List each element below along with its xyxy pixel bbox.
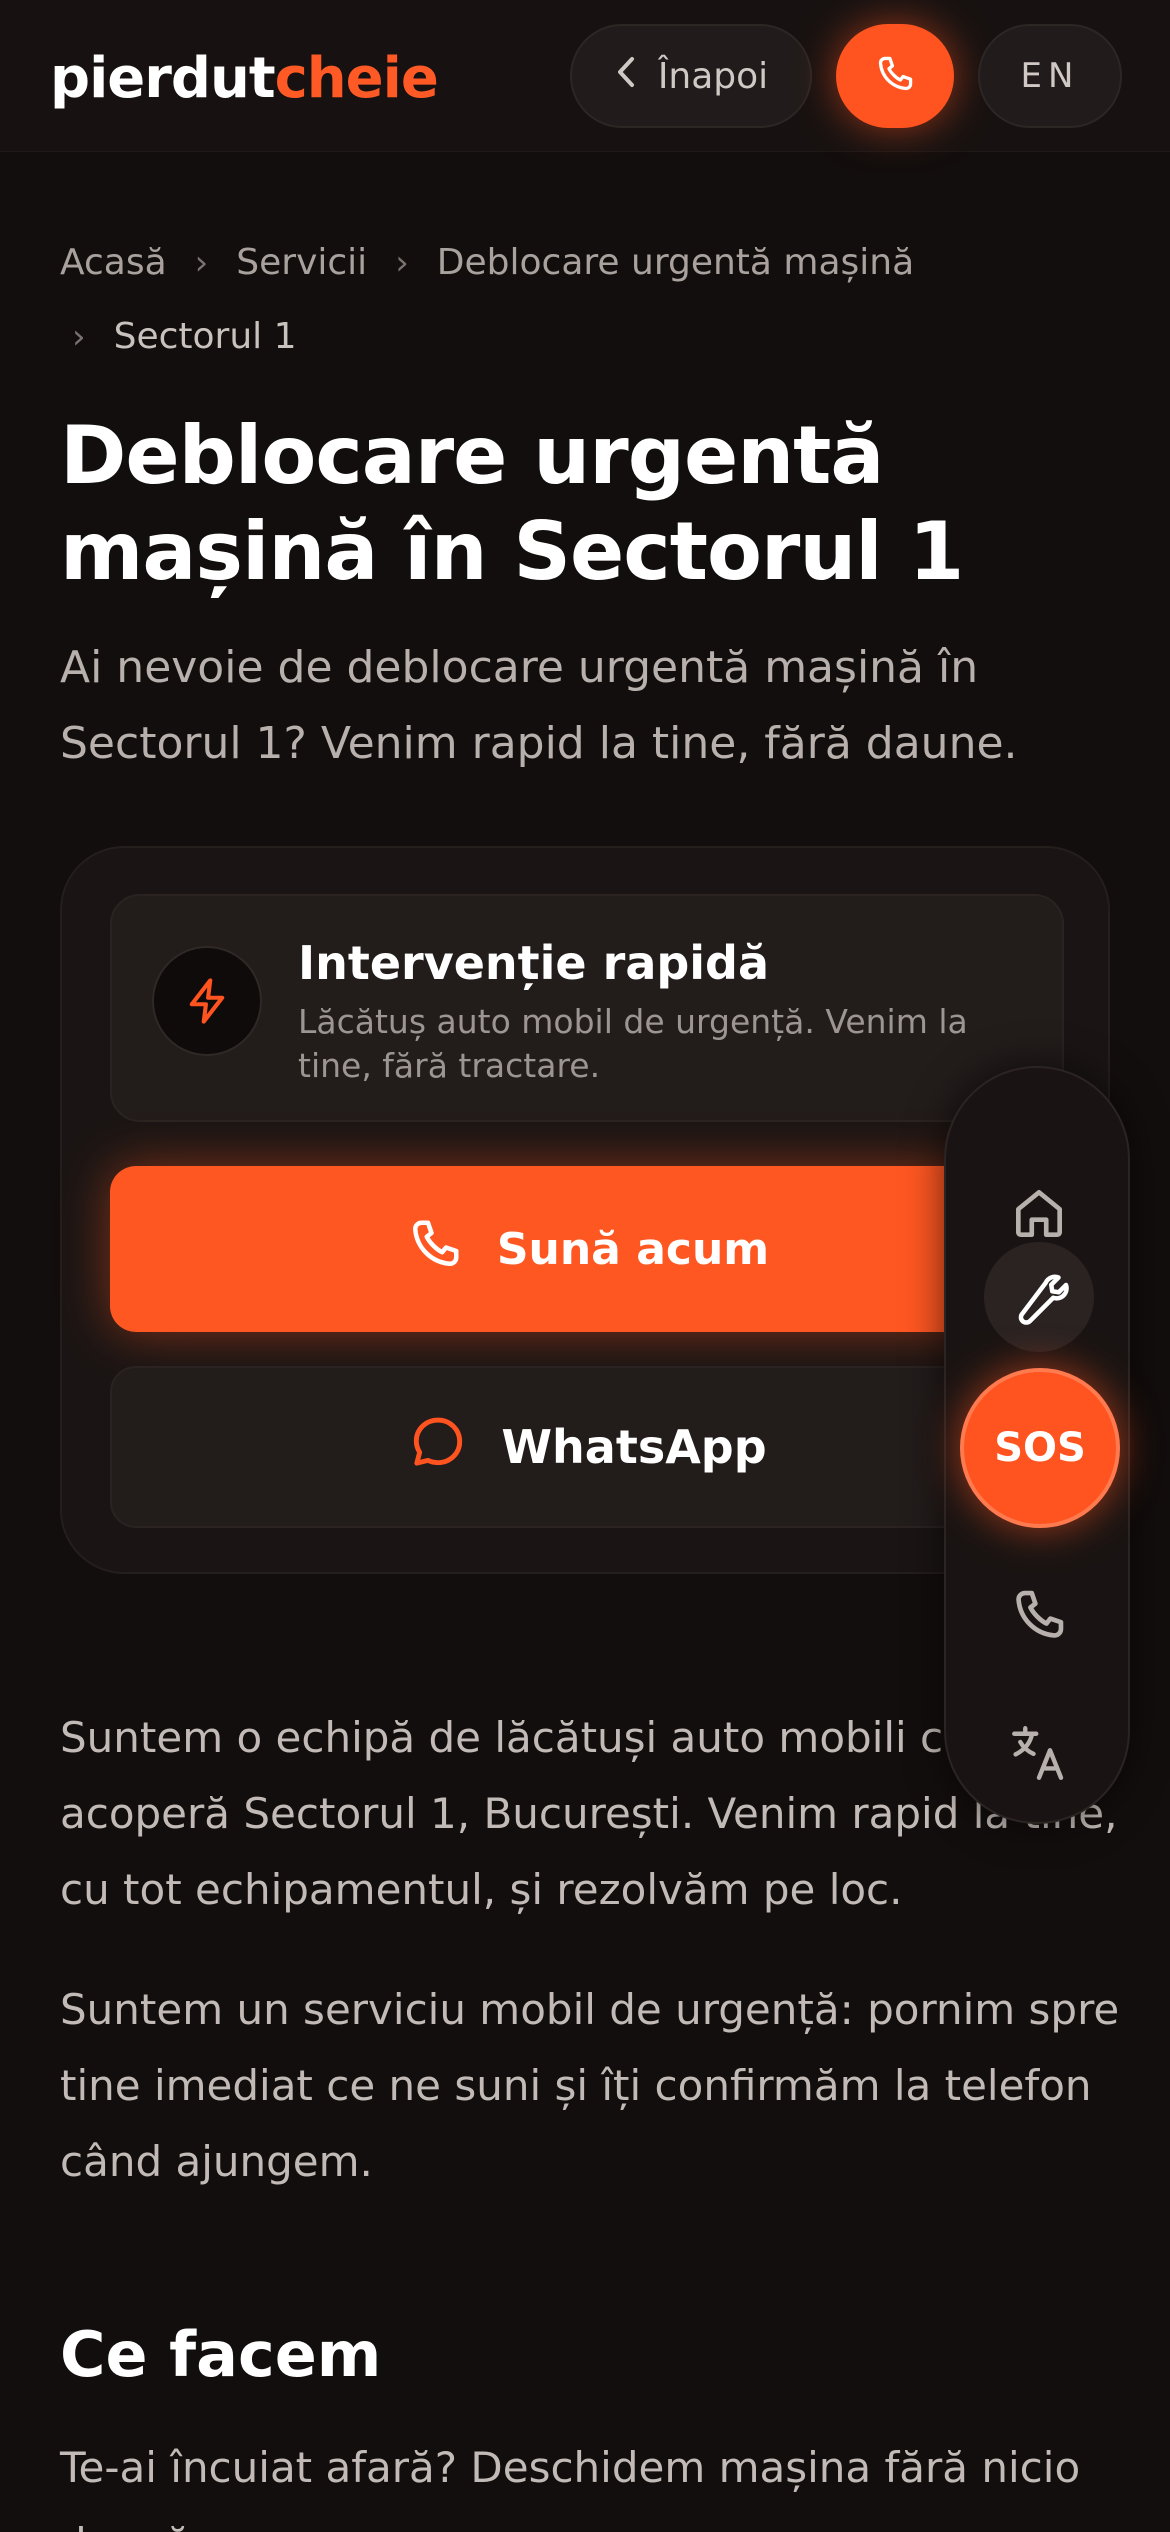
logo-text-2: cheie	[274, 46, 439, 111]
call-now-label: Sună acum	[496, 1223, 770, 1275]
section-paragraph: Te-ai încuiat afară? Deschidem mașina fă…	[60, 2443, 1081, 2532]
top-header: pierdutcheie Înapoi EN	[0, 0, 1170, 152]
feature-title: Intervenție rapidă	[298, 936, 770, 990]
chevron-right-icon: ›	[395, 243, 409, 283]
page-title: Deblocare urgentă mașină în Sectorul 1	[60, 409, 964, 598]
breadcrumb-current: Sectorul 1	[113, 316, 297, 357]
breadcrumb: Acasă › Servicii › Deblocare urgentă maș…	[60, 226, 1120, 374]
header-call-button[interactable]	[836, 24, 954, 128]
chevron-right-icon: ›	[72, 317, 86, 357]
breadcrumb-service[interactable]: Deblocare urgentă mașină	[437, 226, 914, 300]
page-subtitle: Ai nevoie de deblocare urgentă mașină în…	[60, 642, 1018, 769]
phone-icon	[405, 1214, 465, 1285]
service-paragraph: Suntem un serviciu mobil de urgență: por…	[60, 1985, 1120, 2186]
feature-description: Lăcătuș auto mobil de urgență. Venim la …	[298, 1002, 968, 1085]
sos-label: SOS	[994, 1425, 1086, 1471]
phone-icon	[873, 52, 917, 100]
chevron-left-icon	[614, 55, 640, 98]
phone-icon[interactable]	[984, 1560, 1094, 1670]
whatsapp-button[interactable]: WhatsApp	[110, 1366, 1064, 1528]
logo[interactable]: pierdutcheie	[50, 46, 439, 111]
sos-button[interactable]: SOS	[960, 1368, 1120, 1528]
lightning-icon	[152, 946, 262, 1056]
chevron-right-icon: ›	[194, 243, 209, 283]
back-button[interactable]: Înapoi	[570, 24, 812, 128]
chat-bubble-icon	[407, 1411, 469, 1484]
language-label: EN	[1020, 56, 1080, 96]
language-toggle[interactable]: EN	[978, 24, 1122, 128]
page: pierdutcheie Înapoi EN Acasă › Servicii …	[0, 0, 1170, 2532]
back-label: Înapoi	[657, 55, 769, 97]
feature-box: Intervenție rapidă Lăcătuș auto mobil de…	[110, 894, 1064, 1122]
translate-icon[interactable]	[984, 1698, 1094, 1808]
section-heading: Ce facem	[60, 2318, 382, 2391]
logo-text-1: pierdut	[50, 46, 276, 111]
breadcrumb-home[interactable]: Acasă	[60, 226, 167, 300]
call-now-button[interactable]: Sună acum	[110, 1166, 1064, 1332]
wrench-icon[interactable]	[984, 1242, 1094, 1352]
breadcrumb-services[interactable]: Servicii	[236, 226, 367, 300]
whatsapp-label: WhatsApp	[501, 1420, 767, 1474]
floating-dock: SOS	[944, 1066, 1130, 1824]
